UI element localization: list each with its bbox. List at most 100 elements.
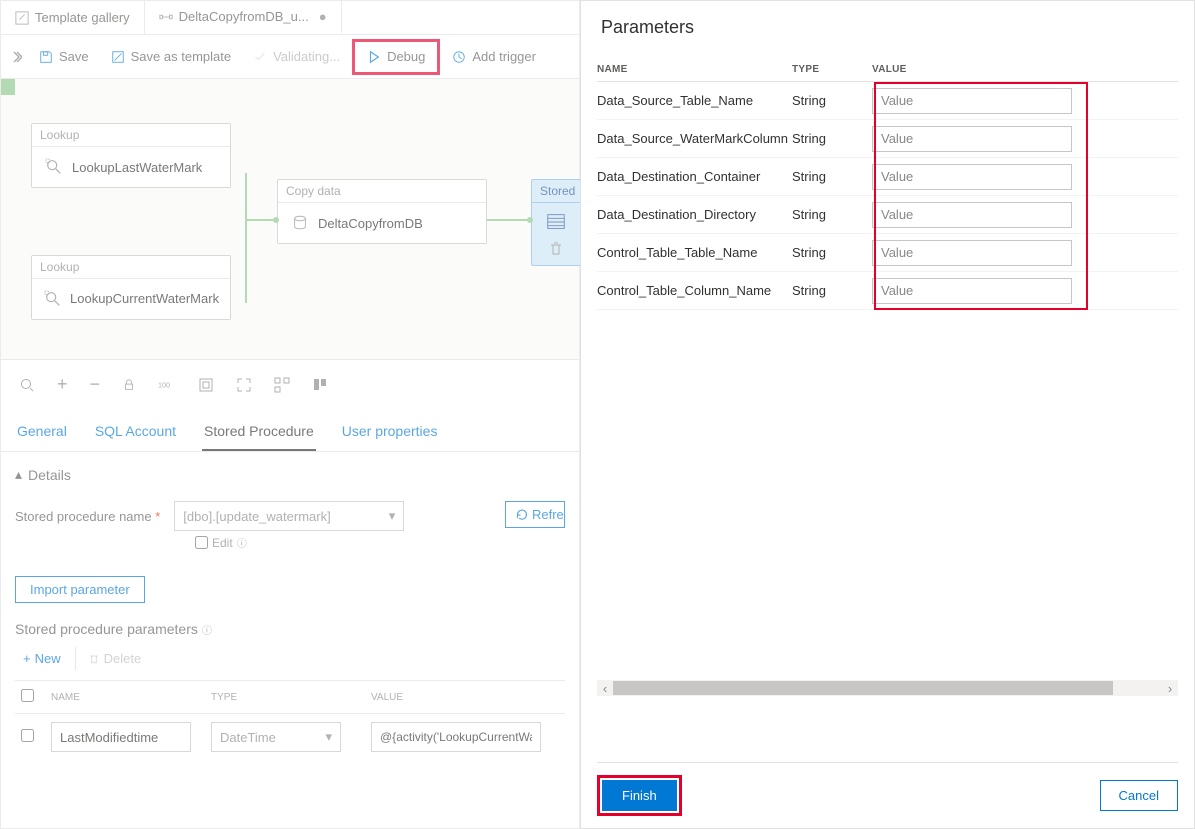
- collapse-toggle-icon[interactable]: [7, 42, 27, 72]
- param-type: String: [792, 169, 872, 184]
- validating-status: Validating...: [243, 42, 350, 72]
- fullscreen-icon[interactable]: [236, 377, 252, 393]
- tab-general[interactable]: General: [15, 417, 69, 451]
- import-parameter-button[interactable]: Import parameter: [15, 576, 145, 603]
- param-value-input[interactable]: [872, 164, 1072, 190]
- debug-button[interactable]: Debug: [357, 42, 435, 72]
- zoom-out-icon[interactable]: −: [90, 374, 101, 395]
- debug-highlight: Debug: [352, 39, 440, 75]
- node-label: LookupCurrentWaterMark: [70, 291, 219, 307]
- scroll-left-icon[interactable]: ‹: [597, 681, 613, 696]
- param-value-input[interactable]: [872, 126, 1072, 152]
- cancel-button[interactable]: Cancel: [1100, 780, 1178, 811]
- editor-panel: Template gallery DeltaCopyfromDB_u... ● …: [0, 0, 580, 829]
- details-toggle[interactable]: ▴ Details: [15, 466, 565, 483]
- param-value-input[interactable]: [872, 240, 1072, 266]
- param-type: String: [792, 131, 872, 146]
- param-type: String: [792, 245, 872, 260]
- parameter-row: Control_Table_Column_NameString: [597, 272, 1178, 310]
- connector: [1, 79, 15, 87]
- sp-name-select[interactable]: [dbo].[update_watermark] ▾: [174, 501, 404, 531]
- node-type-label: Lookup: [32, 124, 230, 146]
- caret-down-icon: ▴: [15, 466, 22, 483]
- node-label: DeltaCopyfromDB: [318, 216, 423, 231]
- node-stored-procedure[interactable]: Stored: [531, 179, 581, 266]
- scroll-right-icon[interactable]: ›: [1162, 681, 1178, 696]
- canvas-toolbar: + − 100: [1, 359, 579, 409]
- details-panel: ▴ Details Stored procedure name * [dbo].…: [1, 452, 579, 774]
- save-label: Save: [59, 49, 89, 64]
- sp-table-header: NAME TYPE VALUE: [15, 680, 565, 714]
- details-title: Details: [28, 467, 71, 483]
- parameters-table: NAME TYPE VALUE Data_Source_Table_NameSt…: [581, 58, 1194, 310]
- select-all-checkbox[interactable]: [21, 689, 34, 702]
- tab-stored-procedure[interactable]: Stored Procedure: [202, 417, 316, 451]
- param-value-input[interactable]: [872, 202, 1072, 228]
- param-value-input[interactable]: [872, 88, 1072, 114]
- delete-parameter-button[interactable]: Delete: [75, 647, 150, 670]
- layout-icon[interactable]: [274, 377, 290, 393]
- param-type-select[interactable]: DateTime ▾: [211, 722, 341, 752]
- debug-label: Debug: [387, 49, 425, 64]
- param-type: String: [792, 283, 872, 298]
- node-type-label: Lookup: [32, 256, 230, 278]
- orientation-icon[interactable]: [312, 377, 328, 393]
- col-value: VALUE: [371, 692, 559, 703]
- fit-icon[interactable]: [198, 377, 214, 393]
- node-lookup-last-watermark[interactable]: Lookup LookupLastWaterMark: [31, 123, 231, 188]
- horizontal-scrollbar[interactable]: ‹ ›: [597, 680, 1178, 696]
- param-value-input[interactable]: [371, 722, 541, 752]
- pipeline-icon: [159, 10, 173, 24]
- param-name: Data_Source_WaterMarkColumn: [597, 131, 792, 146]
- chevron-down-icon: ▾: [325, 729, 332, 745]
- zoom-in-icon[interactable]: +: [57, 374, 68, 395]
- pipeline-canvas[interactable]: Lookup LookupLastWaterMark Lookup Lookup…: [1, 79, 579, 359]
- new-label: New: [35, 651, 61, 666]
- edit-checkbox[interactable]: [195, 536, 208, 549]
- refresh-button[interactable]: Refresh: [505, 501, 565, 528]
- table-row: DateTime ▾: [15, 714, 565, 760]
- procedure-icon: [545, 211, 567, 233]
- node-copy-data[interactable]: Copy data DeltaCopyfromDB: [277, 179, 487, 244]
- node-lookup-current-watermark[interactable]: Lookup LookupCurrentWaterMark: [31, 255, 231, 320]
- refresh-icon: [516, 509, 528, 521]
- info-icon: ⓘ: [202, 622, 212, 637]
- connector: [245, 173, 247, 303]
- tab-pipeline[interactable]: DeltaCopyfromDB_u... ●: [145, 1, 342, 34]
- svg-text:100: 100: [158, 380, 170, 389]
- panel-title: Parameters: [581, 1, 1194, 58]
- finish-button[interactable]: Finish: [602, 780, 677, 811]
- connector: [487, 219, 531, 221]
- row-checkbox[interactable]: [21, 729, 34, 742]
- connector: [1, 87, 15, 95]
- header-name: NAME: [597, 64, 792, 75]
- tab-label: Template gallery: [35, 10, 130, 25]
- trigger-icon: [452, 50, 466, 64]
- param-name: Control_Table_Column_Name: [597, 283, 792, 298]
- tab-sql-account[interactable]: SQL Account: [93, 417, 178, 451]
- lookup-icon: [44, 157, 64, 177]
- finish-highlight: Finish: [597, 775, 682, 816]
- zoom-100-icon[interactable]: 100: [158, 378, 176, 392]
- save-icon: [39, 50, 53, 64]
- connector-dot: [527, 217, 533, 223]
- param-name: Data_Source_Table_Name: [597, 93, 792, 108]
- search-icon[interactable]: [19, 377, 35, 393]
- tab-template-gallery[interactable]: Template gallery: [1, 1, 145, 34]
- param-name: Control_Table_Table_Name: [597, 245, 792, 260]
- save-as-template-button[interactable]: Save as template: [101, 42, 241, 72]
- save-button[interactable]: Save: [29, 42, 99, 72]
- play-icon: [367, 50, 381, 64]
- delete-icon[interactable]: [548, 241, 564, 257]
- parameter-row: Data_Destination_DirectoryString: [597, 196, 1178, 234]
- param-name-input[interactable]: [51, 722, 191, 752]
- header-type: TYPE: [792, 64, 872, 75]
- new-parameter-button[interactable]: + New: [15, 647, 69, 670]
- param-value-input[interactable]: [872, 278, 1072, 304]
- tab-user-properties[interactable]: User properties: [340, 417, 440, 451]
- scroll-thumb[interactable]: [613, 681, 1113, 695]
- add-trigger-button[interactable]: Add trigger: [442, 42, 546, 72]
- col-type: TYPE: [211, 692, 371, 703]
- lock-icon[interactable]: [122, 378, 136, 392]
- node-type-label: Copy data: [278, 180, 486, 202]
